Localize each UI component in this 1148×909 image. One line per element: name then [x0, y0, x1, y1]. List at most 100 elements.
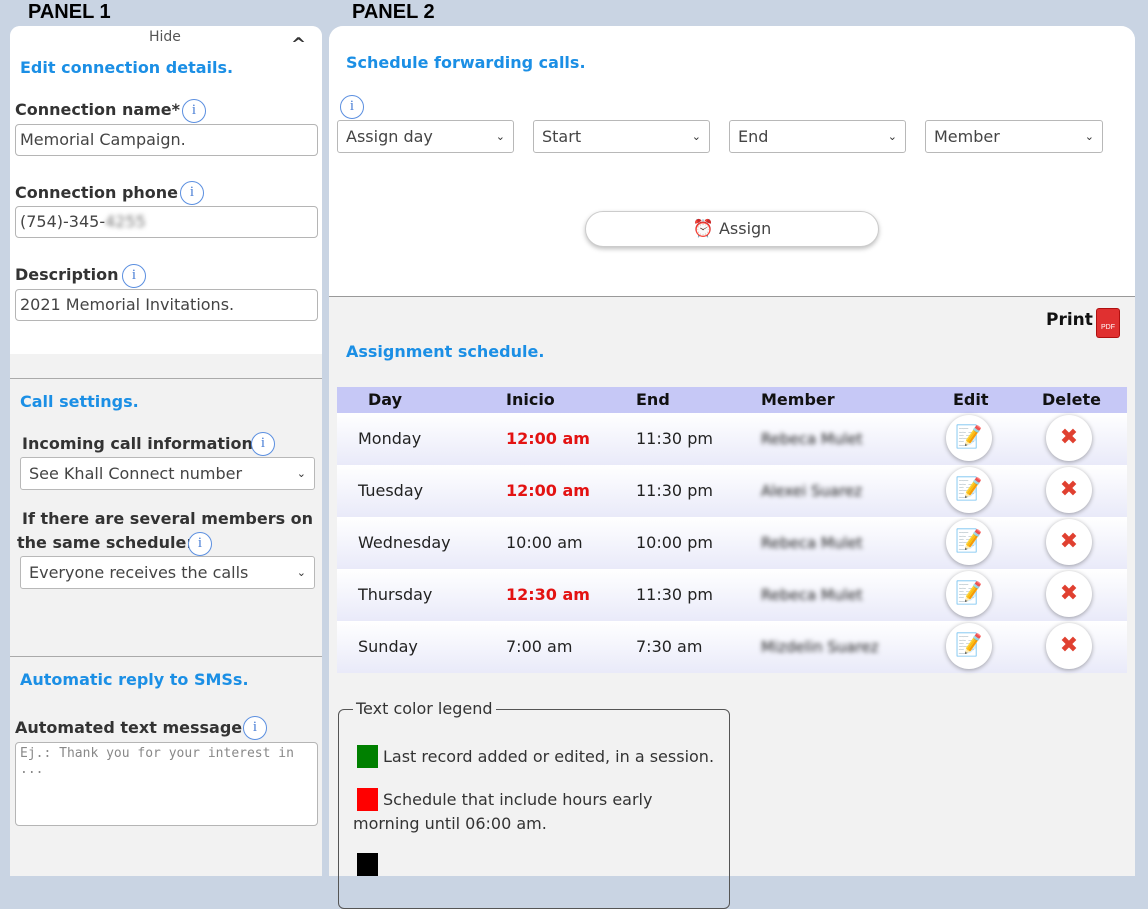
row-member: Rebeca Mulet [761, 534, 863, 552]
divider [329, 296, 1135, 297]
edit-icon[interactable]: 📝 [946, 623, 992, 669]
description-input[interactable]: 2021 Memorial Invitations. [15, 289, 318, 321]
row-member: Rebeca Mulet [761, 430, 863, 448]
panel-1-label: PANEL 1 [28, 1, 111, 23]
panel-2-label: PANEL 2 [352, 1, 435, 23]
row-day: Thursday [358, 585, 433, 604]
legend-title: Text color legend [353, 699, 496, 718]
row-end: 7:30 am [636, 637, 703, 656]
incoming-call-label: Incoming call information [22, 434, 253, 453]
row-day: Sunday [358, 637, 418, 656]
row-day: Tuesday [358, 481, 424, 500]
connection-phone-label: Connection phone [15, 183, 179, 202]
chevron-down-icon: ⌄ [495, 130, 505, 143]
header-delete: Delete [1042, 390, 1101, 409]
divider [10, 656, 322, 657]
phone-visible: (754)-345- [20, 212, 106, 231]
text-color-legend: Text color legend Last record added or e… [338, 699, 730, 909]
assign-button[interactable]: ⏰ Assign [585, 211, 879, 247]
alarm-clock-icon: ⏰ [692, 219, 714, 239]
edit-icon[interactable]: 📝 [946, 519, 992, 565]
member-select[interactable]: Member ⌄ [925, 120, 1103, 153]
info-icon[interactable]: i [340, 95, 364, 119]
legend-swatch-black [357, 853, 378, 876]
legend-swatch-red [357, 788, 378, 811]
info-icon[interactable]: i [188, 532, 212, 556]
edit-icon[interactable]: 📝 [946, 571, 992, 617]
info-icon[interactable]: i [122, 264, 146, 288]
row-start: 12:00 am [506, 429, 590, 448]
row-member: Alexei Suarez [761, 482, 863, 500]
start-value: Start [542, 127, 582, 146]
row-end: 10:00 pm [636, 533, 713, 552]
table-row: Wednesday 10:00 am 10:00 pm Rebeca Mulet… [337, 517, 1127, 569]
phone-redacted: 4255 [105, 212, 146, 231]
chevron-down-icon: ⌄ [1084, 130, 1094, 143]
row-end: 11:30 pm [636, 429, 713, 448]
row-start: 10:00 am [506, 533, 583, 552]
legend-item-early-1: Schedule that include hours early [383, 790, 653, 809]
row-start: 12:30 am [506, 585, 590, 604]
edit-icon[interactable]: 📝 [946, 467, 992, 513]
assign-day-select[interactable]: Assign day ⌄ [337, 120, 514, 153]
legend-item-early-2: morning until 06:00 am. [353, 814, 547, 833]
schedule-panel: Schedule forwarding calls. i Assign day … [329, 26, 1135, 909]
connection-settings-panel: Hide ^ Edit connection details. Connecti… [10, 26, 322, 876]
legend-item-edited: Last record added or edited, in a sessio… [383, 747, 715, 766]
header-start: Inicio [506, 390, 555, 409]
hide-button[interactable]: Hide [149, 29, 181, 45]
divider [10, 378, 322, 379]
chevron-down-icon: ⌄ [296, 566, 306, 579]
delete-icon[interactable]: ✖ [1046, 415, 1092, 461]
delete-icon[interactable]: ✖ [1046, 571, 1092, 617]
several-members-select[interactable]: Everyone receives the calls ⌄ [20, 556, 315, 589]
several-members-value: Everyone receives the calls [29, 563, 249, 582]
chevron-down-icon: ⌄ [691, 130, 701, 143]
incoming-call-value: See Khall Connect number [29, 464, 243, 483]
assign-day-value: Assign day [346, 127, 433, 146]
header-end: End [636, 390, 670, 409]
table-row: Sunday 7:00 am 7:30 am Mizdelin Suarez 📝… [337, 621, 1127, 673]
legend-swatch-green [357, 745, 378, 768]
row-day: Monday [358, 429, 422, 448]
delete-icon[interactable]: ✖ [1046, 519, 1092, 565]
several-members-label-2: the same schedule: [17, 533, 193, 552]
chevron-down-icon: ⌄ [296, 467, 306, 480]
automated-text-textarea[interactable]: Ej.: Thank you for your interest in ... [15, 742, 318, 826]
pdf-icon[interactable]: PDF [1097, 309, 1119, 337]
edit-icon[interactable]: 📝 [946, 415, 992, 461]
automated-text-label: Automated text message [15, 718, 243, 737]
end-value: End [738, 127, 769, 146]
connection-phone-input[interactable]: (754)-345-4255 [15, 206, 318, 238]
row-member: Mizdelin Suarez [761, 638, 879, 656]
info-icon[interactable]: i [243, 716, 267, 740]
row-start: 7:00 am [506, 637, 573, 656]
info-icon[interactable]: i [251, 432, 275, 456]
header-member: Member [761, 390, 835, 409]
pdf-icon-text: PDF [1101, 324, 1115, 331]
schedule-forwarding-heading: Schedule forwarding calls. [346, 53, 586, 72]
table-row: Monday 12:00 am 11:30 pm Rebeca Mulet 📝 … [337, 413, 1127, 465]
connection-name-input[interactable]: Memorial Campaign. [15, 124, 318, 156]
several-members-label-1: If there are several members on [22, 509, 314, 528]
row-end: 11:30 pm [636, 481, 713, 500]
info-icon[interactable]: i [182, 99, 206, 123]
collapse-chevron-icon[interactable]: ^ [291, 34, 306, 55]
table-row: Tuesday 12:00 am 11:30 pm Alexei Suarez … [337, 465, 1127, 517]
row-day: Wednesday [358, 533, 451, 552]
end-select[interactable]: End ⌄ [729, 120, 906, 153]
delete-icon[interactable]: ✖ [1046, 467, 1092, 513]
assignment-schedule-heading: Assignment schedule. [346, 342, 545, 361]
header-day: Day [368, 390, 403, 409]
edit-connection-heading: Edit connection details. [20, 58, 234, 77]
call-settings-heading: Call settings. [20, 392, 139, 411]
delete-icon[interactable]: ✖ [1046, 623, 1092, 669]
start-select[interactable]: Start ⌄ [533, 120, 710, 153]
print-label[interactable]: Print [1046, 310, 1093, 330]
table-header: Day Inicio End Member Edit Delete [337, 387, 1127, 413]
row-member: Rebeca Mulet [761, 586, 863, 604]
row-end: 11:30 pm [636, 585, 713, 604]
table-row: Thursday 12:30 am 11:30 pm Rebeca Mulet … [337, 569, 1127, 621]
info-icon[interactable]: i [180, 181, 204, 205]
incoming-call-select[interactable]: See Khall Connect number ⌄ [20, 457, 315, 490]
